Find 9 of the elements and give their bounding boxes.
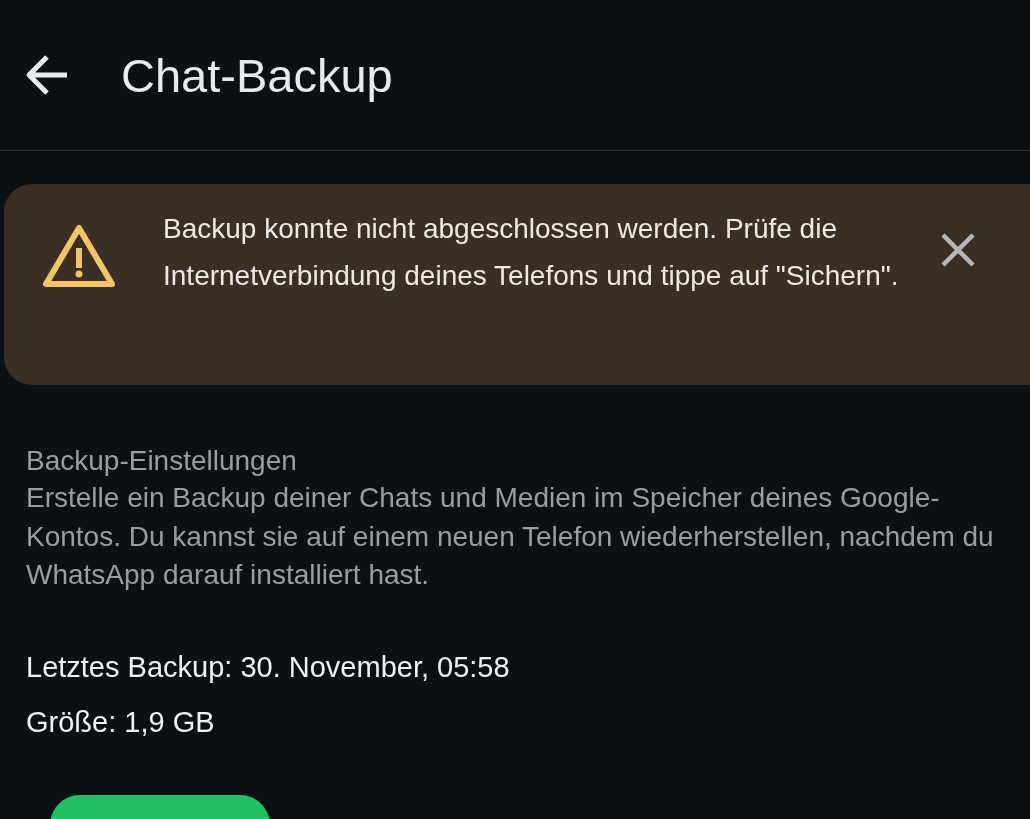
- last-backup-text: Letztes Backup: 30. November, 05:58: [26, 649, 510, 685]
- section-description: Erstelle ein Backup deiner Chats und Medien im Speicher deines Google-Kontos. Du kannst sie auf einem neuen Telefon wiederherstellen, nachdem du WhatsApp darauf installiert hast.: [26, 481, 995, 592]
- backup-size-text: Größe: 1,9 GB: [26, 704, 215, 740]
- section-heading: Backup-Einstellungen: [26, 444, 297, 478]
- close-icon[interactable]: [940, 232, 976, 268]
- warning-icon: [42, 224, 116, 288]
- page-title: Chat-Backup: [121, 47, 393, 103]
- back-arrow-icon[interactable]: [25, 55, 69, 95]
- warning-message: Backup konnte nicht abgeschlossen werden. Prüfe die Internetverbindung deines Telefons und tippe auf "Sichern".: [163, 212, 900, 293]
